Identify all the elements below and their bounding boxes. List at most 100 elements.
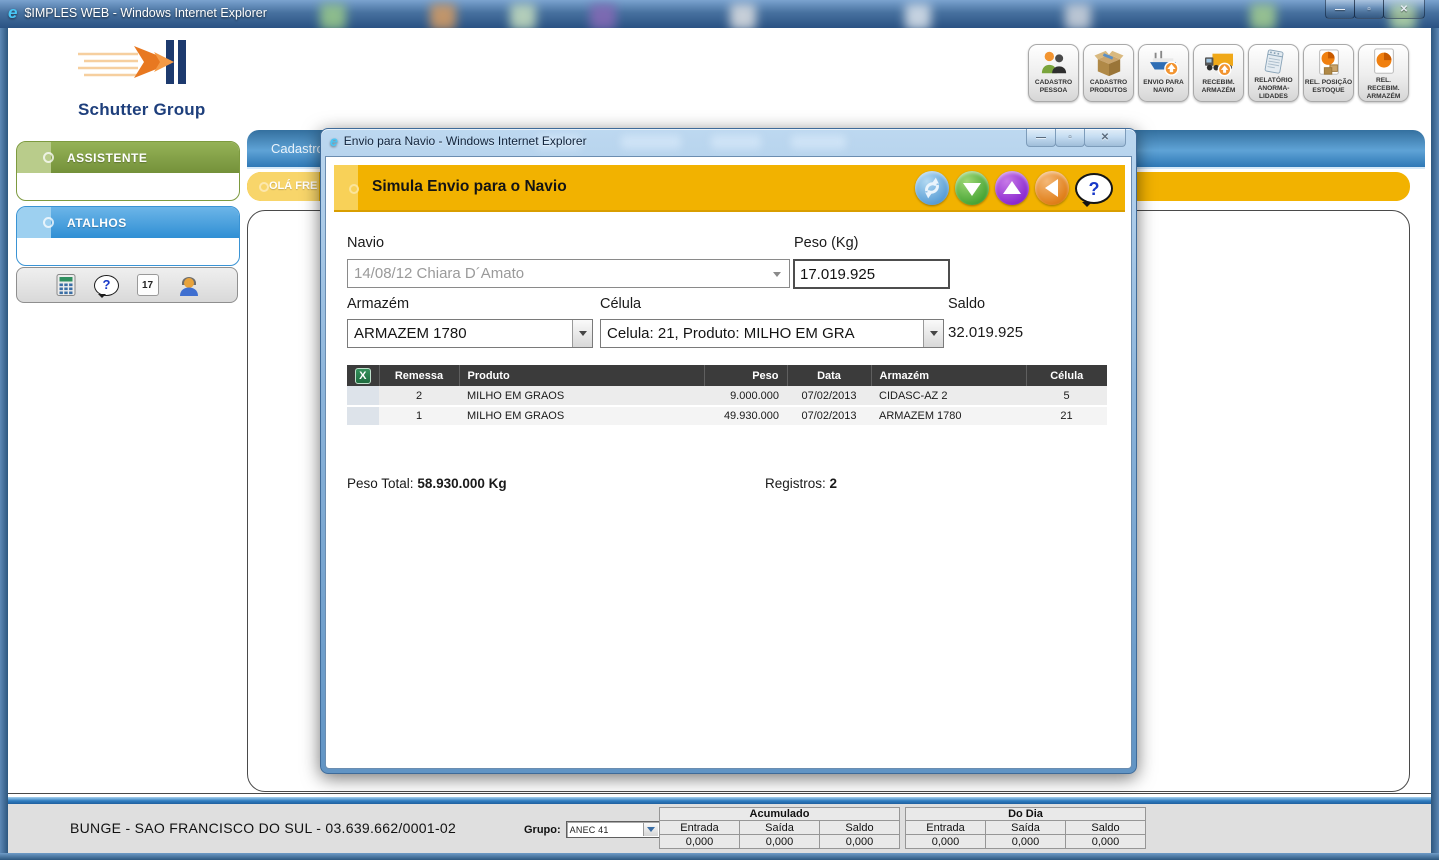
window-border — [1431, 28, 1439, 860]
dialog-title: Envio para Navio - Windows Internet Expl… — [344, 134, 587, 148]
user-icon[interactable] — [176, 272, 202, 298]
triangle-left-icon — [1045, 179, 1058, 197]
internet-explorer-icon: e — [330, 134, 338, 148]
background-artifact — [1065, 4, 1091, 28]
peso-label: Peso (Kg) — [794, 235, 858, 251]
peso-total: Peso Total: 58.930.000 Kg — [347, 476, 507, 491]
peso-input[interactable] — [793, 259, 950, 289]
registros-total: Registros: 2 — [765, 476, 837, 491]
status-bar: BUNGE - SAO FRANCISCO DO SUL - 03.639.66… — [8, 804, 1431, 853]
sidebar-panel-assistente: ASSISTENTE — [16, 141, 240, 201]
celula-select[interactable]: Celula: 21, Produto: MILHO EM GRA — [600, 319, 944, 348]
pie-report-boxes-icon — [1314, 48, 1344, 78]
dialog-maximize-button[interactable]: ▫ — [1055, 129, 1085, 147]
window-border — [0, 28, 8, 860]
close-button[interactable]: ✕ — [1383, 0, 1425, 19]
table-header-row: X Remessa Produto Peso Data Armazém Célu… — [347, 365, 1107, 386]
maximize-button[interactable]: ▫ — [1354, 0, 1384, 19]
sidebar-label-assistente: ASSISTENTE — [67, 151, 147, 165]
company-identifier: BUNGE - SAO FRANCISCO DO SUL - 03.639.66… — [70, 820, 456, 836]
ship-icon — [1148, 48, 1180, 78]
chevron-ring-icon — [349, 184, 359, 194]
background-artifact — [711, 135, 761, 149]
saldo-value: 32.019.925 — [948, 324, 1023, 341]
dialog-heading: Simula Envio para o Navio — [372, 178, 567, 196]
calculator-icon[interactable] — [53, 272, 79, 298]
help-button[interactable]: ? — [1075, 173, 1113, 204]
background-artifact — [730, 4, 756, 28]
main-window-title: $IMPLES WEB - Windows Internet Explorer — [24, 6, 266, 20]
divider — [8, 797, 1431, 804]
table-row[interactable]: 1 MILHO EM GRAOS 49.930.000 07/02/2013 A… — [347, 406, 1107, 426]
background-artifact — [1250, 4, 1276, 28]
dialog-close-button[interactable]: ✕ — [1084, 129, 1126, 147]
truck-icon — [1203, 48, 1235, 78]
sidebar-panel-atalhos: ATALHOS — [16, 206, 240, 266]
acumulado-title: Acumulado — [660, 808, 900, 821]
sidebar-header-atalhos[interactable]: ATALHOS — [17, 207, 239, 238]
export-excel-icon[interactable]: X — [355, 368, 371, 384]
sidebar-label-atalhos: ATALHOS — [67, 216, 127, 230]
chevron-down-icon — [773, 272, 781, 277]
calendar-day: 17 — [142, 280, 153, 291]
background-artifact — [791, 135, 846, 149]
divider — [8, 793, 1431, 794]
armazem-label: Armazém — [347, 296, 409, 312]
greeting-text: OLÁ FRE — [269, 180, 317, 192]
box-icon — [1094, 48, 1124, 78]
minimize-button[interactable]: — — [1325, 0, 1355, 19]
toolbar-button-rel-recebim-armazem[interactable]: REL. RECEBIM. ARMAZÉM — [1358, 44, 1409, 102]
chevron-ring-icon — [43, 217, 54, 228]
dialog-actions: ? — [915, 171, 1113, 205]
chevron-down-icon — [572, 320, 592, 347]
refresh-button[interactable] — [915, 171, 949, 205]
background-artifact — [590, 4, 616, 28]
grupo-select[interactable]: ANEC 41 — [566, 821, 660, 838]
triangle-down-icon — [963, 183, 981, 196]
sidebar-quick-tray: ? 17 — [16, 267, 238, 303]
toolbar-button-rel-posicao-estoque[interactable]: REL. POSIÇÃO ESTOQUE — [1303, 44, 1354, 102]
navio-label: Navio — [347, 235, 384, 251]
logo-mark-icon — [70, 38, 220, 98]
dialog-body: Simula Envio para o Navio ? Navio 14/08/… — [325, 156, 1132, 769]
toolbar-button-recebim-armazem[interactable]: RECEBIM. ARMAZÉM — [1193, 44, 1244, 102]
table-row[interactable]: 2 MILHO EM GRAOS 9.000.000 07/02/2013 CI… — [347, 386, 1107, 406]
window-border — [0, 853, 1439, 860]
move-down-button[interactable] — [955, 171, 989, 205]
dialog-titlebar: e Envio para Navio - Windows Internet Ex… — [321, 129, 1136, 156]
toolbar-button-cadastro-pessoa[interactable]: CADASTRO PESSOA — [1028, 44, 1079, 102]
toolbar-button-relatorio-anormalidades[interactable]: RELATÓRIO ANORMA- LIDADES — [1248, 44, 1299, 102]
navio-select[interactable]: 14/08/12 Chiara D´Amato — [347, 259, 790, 288]
armazem-select[interactable]: ARMAZEM 1780 — [347, 319, 593, 348]
background-artifact — [430, 4, 456, 28]
grupo-label: Grupo: — [524, 824, 561, 836]
move-up-button[interactable] — [995, 171, 1029, 205]
do-dia-title: Do Dia — [906, 808, 1146, 821]
toolbar-button-envio-para-navio[interactable]: ENVIO PARA NAVIO — [1138, 44, 1189, 102]
app-header: Schutter Group CADASTRO PESSOA CADASTRO … — [8, 28, 1431, 130]
main-window-titlebar: e $IMPLES WEB - Windows Internet Explore… — [0, 0, 1439, 28]
background-artifact — [510, 4, 536, 28]
remessas-table: X Remessa Produto Peso Data Armazém Célu… — [347, 365, 1107, 427]
celula-label: Célula — [600, 296, 641, 312]
people-icon — [1039, 48, 1069, 78]
acumulado-table: Acumulado Entrada Saída Saldo 0,000 0,00… — [659, 807, 900, 849]
back-button[interactable] — [1035, 171, 1069, 205]
main-window-controls: — ▫ ✕ — [1326, 0, 1425, 19]
saldo-label: Saldo — [948, 296, 985, 312]
envio-para-navio-dialog: e Envio para Navio - Windows Internet Ex… — [320, 128, 1137, 774]
chevron-down-icon — [643, 823, 658, 836]
dialog-window-controls: — ▫ ✕ — [1027, 129, 1126, 147]
triangle-up-icon — [1003, 181, 1021, 194]
schutter-group-logo: Schutter Group — [70, 38, 220, 124]
main-toolbar: CADASTRO PESSOA CADASTRO PRODUTOS ENVIO … — [1028, 44, 1409, 102]
calendar-icon[interactable]: 17 — [135, 272, 161, 298]
toolbar-button-cadastro-produtos[interactable]: CADASTRO PRODUTOS — [1083, 44, 1134, 102]
chevron-ring-icon — [259, 182, 269, 192]
dialog-minimize-button[interactable]: — — [1026, 129, 1056, 147]
dialog-header-bar: Simula Envio para o Navio ? — [334, 165, 1125, 212]
desktop-screenshot: e $IMPLES WEB - Windows Internet Explore… — [0, 0, 1439, 860]
sidebar-header-assistente[interactable]: ASSISTENTE — [17, 142, 239, 173]
help-icon[interactable]: ? — [94, 272, 120, 298]
pie-report-icon — [1369, 48, 1399, 76]
